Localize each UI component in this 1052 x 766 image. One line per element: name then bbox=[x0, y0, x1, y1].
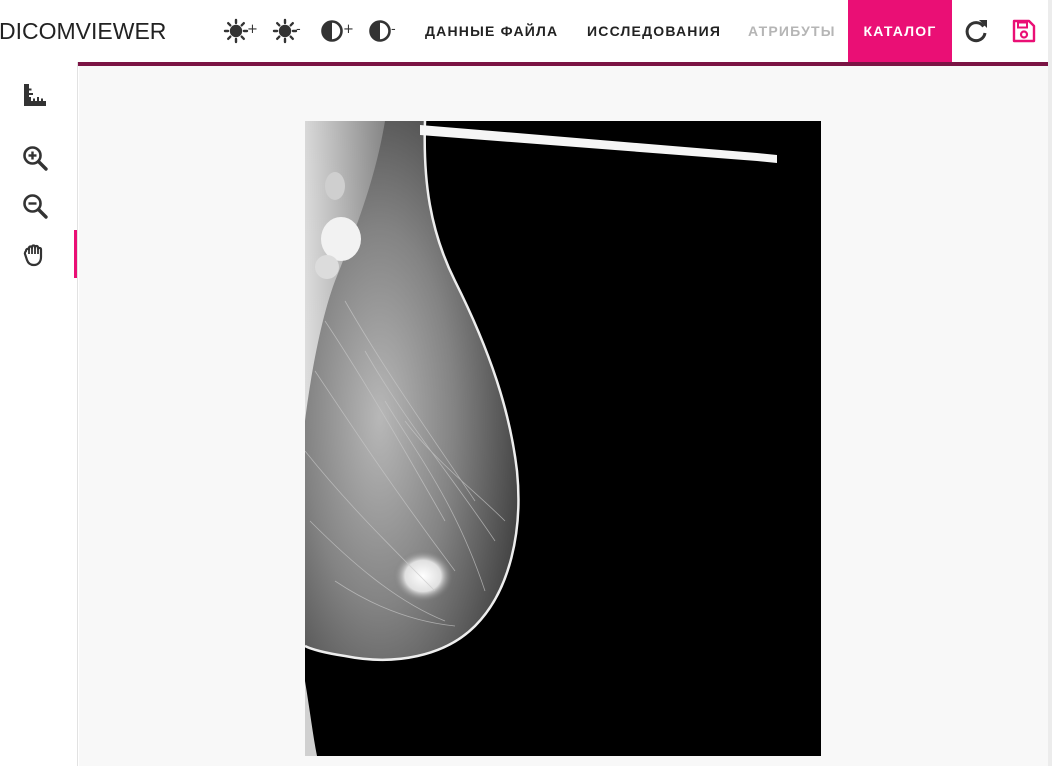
window-right-edge bbox=[1048, 0, 1052, 766]
pan-tool-button[interactable] bbox=[10, 231, 60, 277]
contrast-down-sign: - bbox=[391, 22, 396, 37]
save-icon bbox=[1012, 19, 1036, 43]
contrast-up-button[interactable]: + bbox=[316, 15, 354, 47]
brightness-down-button[interactable]: - bbox=[269, 15, 303, 47]
tab-studies[interactable]: ИССЛЕДОВАНИЯ bbox=[587, 0, 721, 62]
ruler-icon bbox=[24, 84, 46, 106]
logo-dicom: DICOM bbox=[0, 18, 76, 44]
tab-catalog[interactable]: КАТАЛОГ bbox=[848, 0, 952, 62]
mammogram-image[interactable] bbox=[305, 121, 821, 756]
pan-hand-icon bbox=[23, 244, 43, 267]
tools-sidebar bbox=[0, 62, 78, 766]
ruler-tool-button[interactable] bbox=[10, 72, 60, 118]
refresh-icon bbox=[965, 20, 987, 43]
logo-viewer: VIEWER bbox=[75, 18, 167, 44]
zoom-out-icon bbox=[23, 194, 48, 219]
save-button[interactable] bbox=[1007, 15, 1041, 47]
dicom-viewer-app: DICOMVIEWER + - + - ДАННЫЕ ФАЙЛА ИССЛЕДО… bbox=[0, 0, 1052, 766]
active-tool-indicator bbox=[74, 230, 77, 278]
brightness-up-button[interactable]: + bbox=[220, 15, 258, 47]
refresh-button[interactable] bbox=[959, 15, 993, 47]
brightness-up-sign: + bbox=[247, 22, 258, 37]
zoom-in-icon bbox=[23, 146, 48, 171]
image-viewport[interactable] bbox=[79, 66, 1048, 766]
top-app-bar: DICOMVIEWER + - + - ДАННЫЕ ФАЙЛА ИССЛЕДО… bbox=[0, 0, 1048, 62]
zoom-out-tool-button[interactable] bbox=[10, 183, 60, 229]
app-logo: DICOMVIEWER bbox=[0, 0, 166, 62]
tab-file-data[interactable]: ДАННЫЕ ФАЙЛА bbox=[425, 0, 558, 62]
zoom-in-tool-button[interactable] bbox=[10, 135, 60, 181]
contrast-up-sign: + bbox=[343, 22, 354, 37]
tab-attributes[interactable]: АТРИБУТЫ bbox=[748, 0, 836, 62]
contrast-down-button[interactable]: - bbox=[364, 15, 398, 47]
brightness-down-sign: - bbox=[296, 22, 301, 37]
